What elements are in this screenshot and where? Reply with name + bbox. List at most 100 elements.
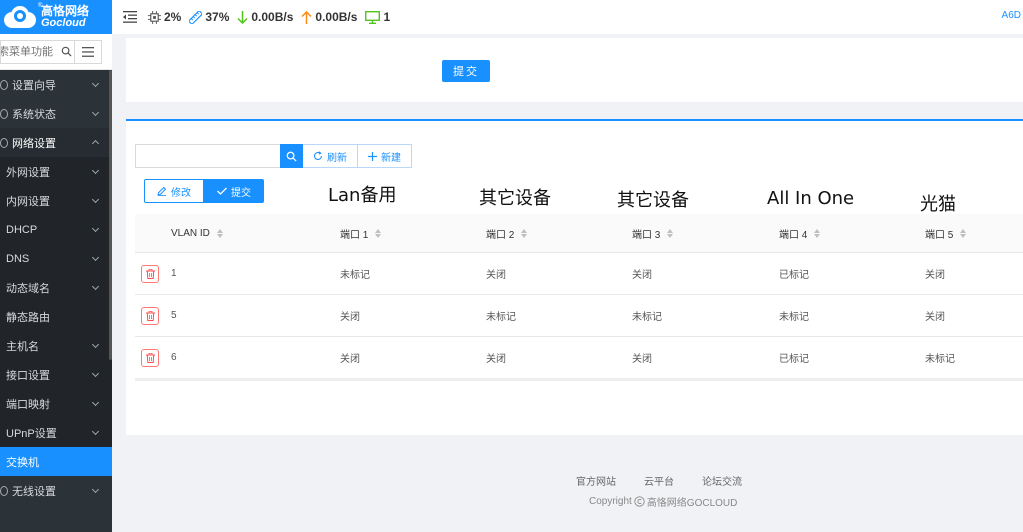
brand-name-cn: 高恪网络 xyxy=(41,4,90,18)
footer-link-cloud-platform[interactable]: 云平台 xyxy=(644,473,674,488)
arrow-down-icon xyxy=(237,10,248,24)
sidebar-item-label: 交换机 xyxy=(6,456,39,469)
port-5-cell: 关闭 xyxy=(925,270,945,281)
cloud-logo-icon xyxy=(2,4,38,30)
sidebar-item-1[interactable]: 系统状态 xyxy=(0,99,112,128)
refresh-icon xyxy=(313,151,323,160)
menu-toggle-button[interactable] xyxy=(74,39,102,64)
vlan-table: VLAN ID 端口 1 端口 2 端口 3 端口 4 端口 5 1 未标记 关闭关… xyxy=(135,214,1023,379)
sidebar-item-label: DNS xyxy=(6,252,30,265)
annotation-port5: 光猫 xyxy=(920,194,956,215)
footer-link-official-site[interactable]: 官方网站 xyxy=(576,473,616,488)
plus-icon xyxy=(368,151,377,161)
delete-button[interactable] xyxy=(141,348,159,367)
footer-link-forum[interactable]: 论坛交流 xyxy=(702,473,742,488)
top-bar: 2% 37% 0.00B/s 0.00B/s 1 A6D xyxy=(112,0,1023,34)
refresh-button[interactable]: 刷新 xyxy=(303,144,358,168)
sidebar-scrollbar[interactable] xyxy=(109,70,112,360)
cpu-icon xyxy=(148,10,161,24)
port-3-cell: 关闭 xyxy=(632,354,652,365)
devices-stat[interactable]: 1 xyxy=(365,10,390,24)
col-header-label: VLAN ID xyxy=(171,227,210,239)
port-1-cell: 关闭 xyxy=(340,312,360,323)
port-4-cell: 已标记 xyxy=(779,354,809,365)
switch-vlan-panel: 刷新 新建 修改 提交 Lan备用 其它设备 其它设备 All In One 光… xyxy=(126,119,1023,435)
sidebar-item-13[interactable]: 交换机 xyxy=(0,447,112,476)
sidebar-item-label: 接口设置 xyxy=(6,369,50,382)
chevron-down-icon xyxy=(91,79,100,88)
delete-button[interactable] xyxy=(141,306,159,325)
cpu-value: 2% xyxy=(164,10,182,24)
port-2-cell: 未标记 xyxy=(486,312,516,323)
sidebar-item-14[interactable]: 无线设置 xyxy=(0,476,112,505)
brand-name-en: Gocloud xyxy=(41,17,86,29)
sidebar-item-2[interactable]: 网络设置 xyxy=(0,128,112,157)
port-3-cell: 未标记 xyxy=(632,312,662,323)
sort-icon[interactable] xyxy=(521,228,528,238)
submit-button[interactable]: 提交 xyxy=(442,60,490,82)
sort-icon[interactable] xyxy=(667,228,674,238)
sort-icon[interactable] xyxy=(375,228,382,238)
sidebar-item-10[interactable]: 接口设置 xyxy=(0,360,112,389)
memory-value: 37% xyxy=(205,10,230,24)
monitor-icon xyxy=(365,10,381,24)
sort-icon[interactable] xyxy=(960,228,967,238)
col-port-1[interactable]: 端口 1 xyxy=(340,214,382,252)
new-button[interactable]: 新建 xyxy=(358,144,412,168)
sidebar-item-label: 系统状态 xyxy=(12,108,56,121)
port-4-cell: 未标记 xyxy=(779,312,809,323)
sidebar-item-11[interactable]: 端口映射 xyxy=(0,389,112,418)
hamburger-icon xyxy=(82,46,94,57)
port-1-cell: 关闭 xyxy=(340,354,360,365)
chevron-down-icon xyxy=(91,195,100,204)
col-header-label: 端口 4 xyxy=(779,229,808,241)
edit-icon xyxy=(157,186,167,196)
trash-icon xyxy=(145,268,155,279)
sidebar-item-label: UPnP设置 xyxy=(6,427,57,440)
submit-changes-label: 提交 xyxy=(231,187,251,199)
collapse-sidebar-icon[interactable] xyxy=(123,11,137,23)
sidebar-item-label: 无线设置 xyxy=(12,485,56,498)
delete-button[interactable] xyxy=(141,264,159,283)
sidebar: ® 高恪网络 Gocloud 设置向导系统状态网络设置外网设置内网设置 DHCP D… xyxy=(0,0,112,532)
col-port-3[interactable]: 端口 3 xyxy=(632,214,674,252)
menu-search-input[interactable] xyxy=(1,45,60,58)
table-row: 5 关闭 未标记 未标记 未标记 关闭 xyxy=(135,295,1023,337)
col-vlan-id[interactable]: VLAN ID xyxy=(171,214,223,252)
sidebar-item-label: 静态路由 xyxy=(6,311,50,324)
sidebar-item-8[interactable]: 静态路由 xyxy=(0,302,112,331)
col-port-5[interactable]: 端口 5 xyxy=(925,214,967,252)
col-header-label: 端口 1 xyxy=(340,229,369,241)
col-port-4[interactable]: 端口 4 xyxy=(779,214,821,252)
search-icon[interactable] xyxy=(61,46,72,57)
col-port-2[interactable]: 端口 2 xyxy=(486,214,528,252)
table-header: VLAN ID 端口 1 端口 2 端口 3 端口 4 端口 5 xyxy=(135,214,1023,253)
edit-button[interactable]: 修改 xyxy=(144,179,204,203)
chevron-down-icon xyxy=(91,369,100,378)
sidebar-item-5[interactable]: DHCP xyxy=(0,215,112,244)
sort-icon[interactable] xyxy=(216,228,223,238)
copyright-icon xyxy=(634,496,645,507)
port-1-cell: 未标记 xyxy=(340,270,370,281)
router-model-link[interactable]: A6D xyxy=(1002,10,1021,21)
sidebar-item-3[interactable]: 外网设置 xyxy=(0,157,112,186)
port-3-cell: 关闭 xyxy=(632,270,652,281)
vlan-search-button[interactable] xyxy=(280,144,303,168)
sidebar-item-9[interactable]: 主机名 xyxy=(0,331,112,360)
sidebar-item-6[interactable]: DNS xyxy=(0,244,112,273)
sidebar-item-7[interactable]: 动态域名 xyxy=(0,273,112,302)
port-5-cell: 未标记 xyxy=(925,354,955,365)
sidebar-item-4[interactable]: 内网设置 xyxy=(0,186,112,215)
port-2-cell: 关闭 xyxy=(486,354,506,365)
submit-changes-button[interactable]: 提交 xyxy=(204,179,264,203)
sort-icon[interactable] xyxy=(814,228,821,238)
sidebar-item-0[interactable]: 设置向导 xyxy=(0,70,112,99)
brand-logo[interactable]: ® 高恪网络 Gocloud xyxy=(0,0,112,34)
sidebar-item-12[interactable]: UPnP设置 xyxy=(0,418,112,447)
sidebar-item-label: 主机名 xyxy=(6,340,39,353)
col-header-label: 端口 5 xyxy=(925,229,954,241)
annotation-port2: 其它设备 xyxy=(479,188,551,209)
chevron-down-icon xyxy=(91,108,100,117)
sidebar-item-label: 动态域名 xyxy=(6,282,50,295)
vlan-search-input[interactable] xyxy=(135,144,280,168)
